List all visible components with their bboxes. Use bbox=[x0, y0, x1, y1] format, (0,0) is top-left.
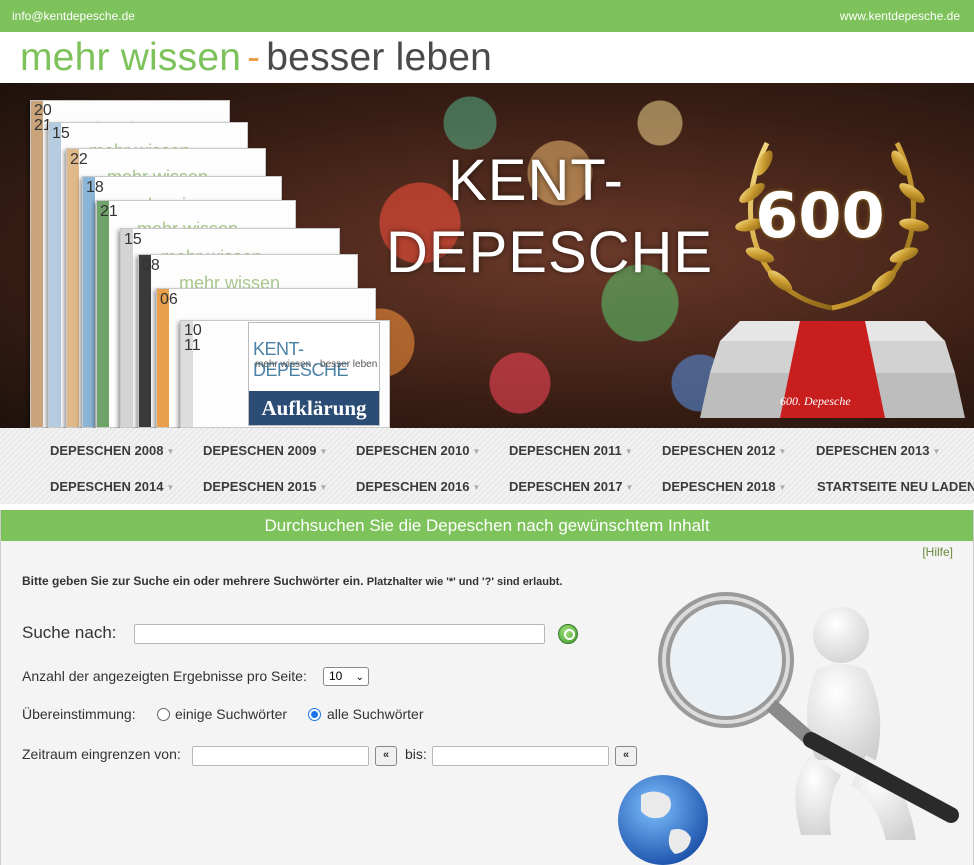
hero-banner: 20 21 mehr wissen 15 mehr wissen 22 mehr… bbox=[0, 83, 974, 428]
date-from-picker-button[interactable]: « bbox=[375, 746, 397, 766]
search-panel: Durchsuchen Sie die Depeschen nach gewün… bbox=[0, 510, 974, 865]
nav-item-2017[interactable]: DEPESCHEN 2017 ▼ bbox=[509, 479, 633, 494]
tagline-dash: - bbox=[247, 36, 261, 79]
issue-number: 18 bbox=[86, 179, 104, 196]
year-navigation: DEPESCHEN 2008 ▼ DEPESCHEN 2009 ▼ DEPESCHE… bbox=[0, 428, 974, 504]
nav-item-2012[interactable]: DEPESCHEN 2012 ▼ bbox=[662, 443, 786, 458]
search-input[interactable] bbox=[134, 624, 545, 644]
results-per-page-label: Anzahl der angezeigten Ergebnisse pro Se… bbox=[22, 668, 307, 684]
search-instructions: Bitte geben Sie zur Suche ein oder mehre… bbox=[22, 574, 563, 588]
issue-number: 06 bbox=[160, 291, 178, 308]
issue-number: 21 bbox=[100, 203, 118, 220]
match-all-label[interactable]: alle Suchwörter bbox=[327, 706, 424, 722]
nav-item-2008[interactable]: DEPESCHEN 2008 ▼ bbox=[50, 443, 174, 458]
contact-email-link[interactable]: info@kentdepesche.de bbox=[12, 9, 135, 23]
nav-item-2009[interactable]: DEPESCHEN 2009 ▼ bbox=[203, 443, 327, 458]
match-any-radio[interactable] bbox=[157, 708, 170, 721]
nav-item-2014[interactable]: DEPESCHEN 2014 ▼ bbox=[50, 479, 174, 494]
banner-title: KENT- DEPESCHE bbox=[386, 145, 714, 289]
date-to-label: bis: bbox=[405, 746, 427, 762]
date-from-input[interactable] bbox=[192, 746, 369, 766]
tagline-part-2: besser leben bbox=[266, 36, 493, 79]
newspaper-stack: 20 21 mehr wissen 15 mehr wissen 22 mehr… bbox=[30, 100, 390, 428]
issue-number: 15 bbox=[124, 231, 142, 248]
search-label: Suche nach: bbox=[22, 623, 117, 642]
podium-label: 600. Depesche bbox=[780, 394, 851, 408]
site-tagline: mehr wissen - besser leben bbox=[20, 36, 492, 80]
issue-number: 08 bbox=[142, 257, 160, 274]
nav-item-2015[interactable]: DEPESCHEN 2015 ▼ bbox=[203, 479, 327, 494]
front-newspaper: KENT-DEPESCHE mehr wissen - besser leben… bbox=[248, 322, 380, 426]
date-to-input[interactable] bbox=[432, 746, 609, 766]
issue-number: 22 bbox=[70, 151, 88, 168]
anniversary-badge: 600 bbox=[755, 179, 885, 252]
help-link[interactable]: [Hilfe] bbox=[922, 545, 953, 559]
issue-number: 15 bbox=[52, 125, 70, 142]
match-any-label[interactable]: einige Suchwörter bbox=[175, 706, 287, 722]
match-all-radio[interactable] bbox=[308, 708, 321, 721]
chevron-down-icon: ⌄ bbox=[355, 672, 364, 683]
nav-item-reload-home[interactable]: STARTSEITE NEU LADEN bbox=[817, 479, 974, 494]
banner-title-line-2: DEPESCHE bbox=[386, 220, 714, 285]
nav-item-2011[interactable]: DEPESCHEN 2011 ▼ bbox=[509, 443, 633, 458]
match-label: Übereinstimmung: bbox=[22, 706, 136, 722]
website-link[interactable]: www.kentdepesche.de bbox=[840, 9, 960, 23]
nav-item-2016[interactable]: DEPESCHEN 2016 ▼ bbox=[356, 479, 480, 494]
tagline-part-1: mehr wissen bbox=[20, 36, 242, 79]
magnifier-figure-illustration bbox=[618, 592, 959, 865]
front-newspaper-subtitle: mehr wissen - besser leben bbox=[255, 359, 378, 370]
results-per-page-select[interactable]: 10 ⌄ bbox=[323, 667, 369, 686]
search-submit-button[interactable] bbox=[558, 624, 578, 644]
front-newspaper-banner: Aufklärung bbox=[249, 391, 379, 425]
nav-item-2018[interactable]: DEPESCHEN 2018 ▼ bbox=[662, 479, 786, 494]
banner-title-line-1: KENT- bbox=[448, 148, 624, 213]
nav-item-2013[interactable]: DEPESCHEN 2013 ▼ bbox=[816, 443, 940, 458]
search-panel-heading: Durchsuchen Sie die Depeschen nach gewün… bbox=[1, 510, 973, 541]
issue-number: 10 11 bbox=[184, 322, 202, 354]
date-range-label: Zeitraum eingrenzen von: bbox=[22, 746, 181, 762]
top-bar: info@kentdepesche.de www.kentdepesche.de bbox=[0, 0, 974, 32]
nav-item-2010[interactable]: DEPESCHEN 2010 ▼ bbox=[356, 443, 480, 458]
